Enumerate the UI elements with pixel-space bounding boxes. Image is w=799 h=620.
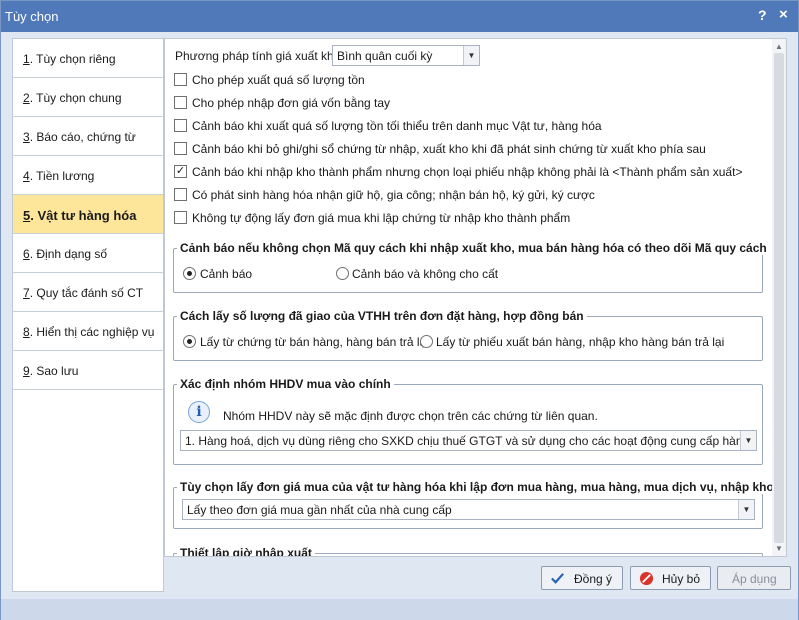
- chevron-down-icon[interactable]: ▼: [740, 431, 756, 450]
- sidebar-item-number-format[interactable]: 6. Định dạng số: [13, 234, 163, 273]
- checkbox-no-auto-purchase-price[interactable]: [174, 211, 187, 224]
- sidebar-item-label: . Tiền lương: [29, 169, 95, 183]
- sidebar-item-numbering-rules[interactable]: 7. Quy tắc đánh số CT: [13, 273, 163, 312]
- radio-label: Cảnh báo: [200, 267, 253, 281]
- radio-label: Lấy từ chứng từ bán hàng, hàng bán trả l…: [200, 335, 429, 349]
- sidebar-item-payroll[interactable]: 4. Tiền lương: [13, 156, 163, 195]
- sidebar-item-label: . Định dạng số: [29, 247, 108, 261]
- dialog-title: Tùy chọn: [5, 9, 59, 24]
- chevron-down-icon[interactable]: ▼: [738, 500, 754, 519]
- ok-button[interactable]: Đồng ý: [541, 566, 623, 590]
- title-bar: Tùy chọn ? ×: [1, 1, 798, 32]
- checkbox-allow-exceed-stock[interactable]: [174, 73, 187, 86]
- costing-method-select[interactable]: Bình quân cuối kỳ ▼: [332, 45, 480, 66]
- group-title: Xác định nhóm HHDV mua vào chính: [177, 377, 394, 391]
- checkbox-warn-min-stock[interactable]: [174, 119, 187, 132]
- sidebar-item-general-options[interactable]: 2. Tùy chọn chung: [13, 78, 163, 117]
- checkbox-label: Cảnh báo khi xuất quá số lượng tồn tối t…: [192, 119, 602, 133]
- apply-button[interactable]: Áp dụng: [717, 566, 791, 590]
- select-value: Lấy theo đơn giá mua gần nhất của nhà cu…: [187, 503, 452, 517]
- radio-from-issue-slips[interactable]: [420, 335, 433, 348]
- checkbox-label: Không tự động lấy đơn giá mua khi lập ch…: [192, 211, 571, 225]
- radio-warn-block-save[interactable]: [336, 267, 349, 280]
- checkbox-warn-unpost[interactable]: [174, 142, 187, 155]
- checkmark-icon: [551, 573, 564, 584]
- cancel-button[interactable]: Hủy bỏ: [630, 566, 711, 590]
- sidebar-item-personal-options[interactable]: 1. Tùy chọn riêng: [13, 39, 163, 78]
- checkbox-manual-unit-cost[interactable]: [174, 96, 187, 109]
- checkbox-label: Cảnh báo khi nhập kho thành phẩm nhưng c…: [192, 165, 743, 179]
- costing-method-value: Bình quân cuối kỳ: [337, 49, 433, 63]
- sidebar-item-label: . Tùy chọn chung: [29, 91, 122, 105]
- purchase-price-select[interactable]: Lấy theo đơn giá mua gần nhất của nhà cu…: [182, 499, 755, 520]
- checkbox-consignment-goods[interactable]: [174, 188, 187, 201]
- sidebar-item-label: . Sao lưu: [29, 364, 79, 378]
- group-title: Thiết lập giờ nhập xuất: [177, 546, 315, 556]
- checkbox-label: Có phát sinh hàng hóa nhận giữ hộ, gia c…: [192, 188, 595, 202]
- group-title: Cách lấy số lượng đã giao của VTHH trên …: [177, 309, 587, 323]
- close-button[interactable]: ×: [779, 6, 788, 23]
- radio-label: Lấy từ phiếu xuất bán hàng, nhập kho hàn…: [436, 335, 725, 349]
- sidebar-item-reports-documents[interactable]: 3. Báo cáo, chứng từ: [13, 117, 163, 156]
- content-scrollbar[interactable]: ▲ ▼: [772, 39, 786, 556]
- cancel-icon: [639, 571, 654, 586]
- sidebar-item-label: . Vật tư hàng hóa: [30, 208, 137, 223]
- main-purchase-group: [173, 384, 763, 465]
- checkmark-icon: ✓: [175, 165, 186, 177]
- sidebar-item-label: . Hiển thị các nghiệp vụ: [29, 325, 155, 339]
- group-title: Cảnh báo nếu không chọn Mã quy cách khi …: [177, 241, 770, 255]
- info-text: Nhóm HHDV này sẽ mặc định được chọn trên…: [223, 409, 598, 423]
- main-purchase-group-select[interactable]: 1. Hàng hoá, dịch vụ dùng riêng cho SXKD…: [180, 430, 757, 451]
- checkbox-label: Cho phép xuất quá số lượng tồn: [192, 73, 365, 87]
- sidebar-item-label: . Quy tắc đánh số CT: [29, 286, 144, 300]
- checkbox-label: Cảnh báo khi bỏ ghi/ghi sổ chứng từ nhập…: [192, 142, 706, 156]
- checkbox-warn-finished-goods[interactable]: ✓: [174, 165, 187, 178]
- costing-method-label: Phương pháp tính giá xuất kho: [175, 49, 341, 63]
- sidebar-item-label: . Tùy chọn riêng: [29, 52, 116, 66]
- radio-label: Cảnh báo và không cho cất: [352, 267, 499, 281]
- options-dialog: Tùy chọn ? × 1. Tùy chọn riêng 2. Tùy ch…: [0, 0, 799, 620]
- options-sidebar: 1. Tùy chọn riêng 2. Tùy chọn chung 3. B…: [12, 38, 164, 592]
- scroll-up-icon[interactable]: ▲: [775, 42, 783, 51]
- scroll-down-icon[interactable]: ▼: [775, 544, 783, 553]
- chevron-down-icon[interactable]: ▼: [463, 46, 479, 65]
- help-button[interactable]: ?: [758, 7, 767, 23]
- sidebar-item-backup[interactable]: 9. Sao lưu: [13, 351, 163, 390]
- radio-from-sales-vouchers[interactable]: [183, 335, 196, 348]
- scrollbar-thumb[interactable]: [774, 53, 784, 543]
- checkbox-label: Cho phép nhập đơn giá vốn bằng tay: [192, 96, 391, 110]
- info-icon: i: [188, 401, 210, 423]
- sidebar-item-label: . Báo cáo, chứng từ: [29, 130, 136, 144]
- inventory-options-panel: Phương pháp tính giá xuất kho Bình quân …: [164, 38, 787, 557]
- radio-warn[interactable]: [183, 267, 196, 280]
- select-value: 1. Hàng hoá, dịch vụ dùng riêng cho SXKD…: [185, 434, 750, 448]
- status-strip: [1, 599, 798, 620]
- sidebar-item-inventory[interactable]: 5. Vật tư hàng hóa: [13, 195, 163, 234]
- group-title: Tùy chọn lấy đơn giá mua của vật tư hàng…: [177, 480, 786, 494]
- sidebar-item-display-operations[interactable]: 8. Hiển thị các nghiệp vụ: [13, 312, 163, 351]
